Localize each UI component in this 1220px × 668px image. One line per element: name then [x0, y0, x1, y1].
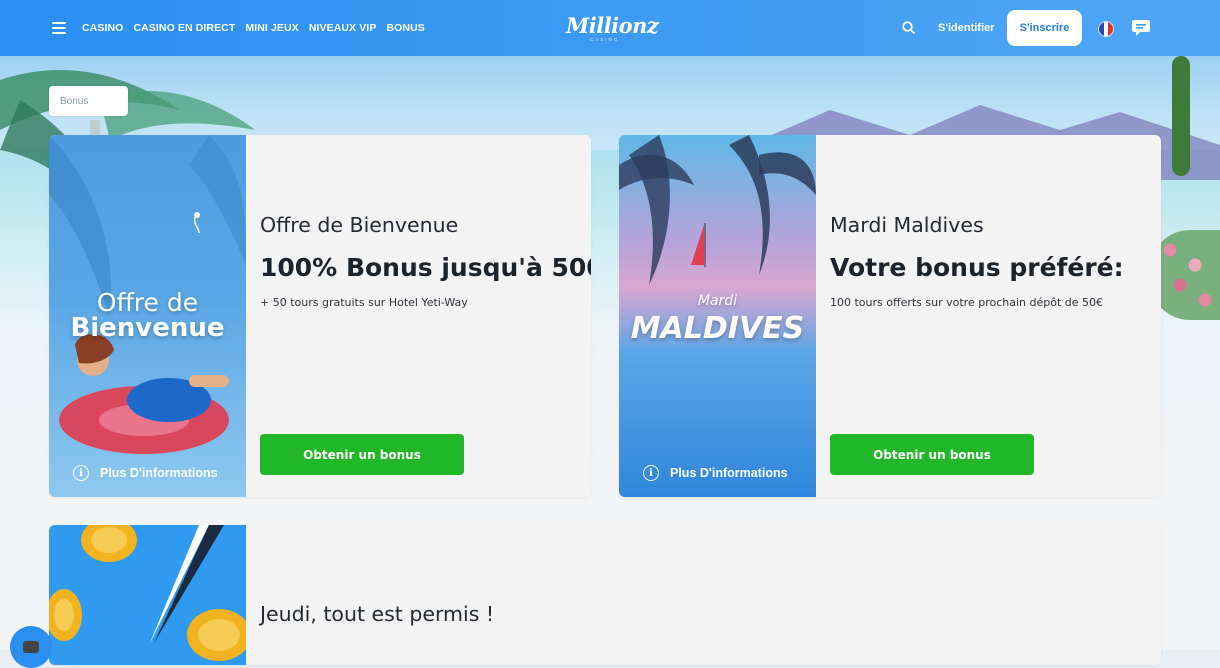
thursday-bonus-content: Jeudi, tout est permis !: [246, 525, 1161, 665]
card-headline: 100% Bonus jusqu'à 500€: [260, 253, 591, 282]
cypress-tree-illustration: [1172, 56, 1190, 176]
nav-mini-games[interactable]: MINI JEUX: [245, 22, 298, 34]
coins-illustration: [49, 525, 246, 661]
site-logo[interactable]: Millionz: [566, 13, 659, 38]
get-bonus-button[interactable]: Obtenir un bonus: [260, 434, 464, 475]
bonus-card-welcome: Offre de Bienvenue i Plus D'informations…: [49, 135, 591, 497]
main-nav: CASINO CASINO EN DIRECT MINI JEUX NIVEAU…: [82, 22, 425, 34]
search-icon[interactable]: [902, 21, 915, 34]
more-info-link[interactable]: i Plus D'informations: [73, 465, 218, 481]
more-info-link[interactable]: i Plus D'informations: [643, 465, 788, 481]
more-info-label: Plus D'informations: [670, 466, 788, 480]
card-description: 100 tours offerts sur votre prochain dép…: [830, 296, 1104, 309]
welcome-bonus-content: Offre de Bienvenue 100% Bonus jusqu'à 50…: [246, 135, 591, 497]
maldives-image-title-top: Mardi: [697, 293, 738, 309]
site-logo-sub: CASINO: [590, 37, 620, 42]
thursday-bonus-image[interactable]: [49, 525, 246, 665]
welcome-image-title-bottom: Bienvenue: [70, 313, 225, 343]
maldives-bonus-content: Mardi Maldives Votre bonus préféré: 100 …: [816, 135, 1161, 497]
nav-vip-levels[interactable]: NIVEAUX VIP: [309, 22, 377, 34]
card-description: + 50 tours gratuits sur Hotel Yeti-Way: [260, 296, 468, 309]
info-icon: i: [73, 465, 89, 481]
hamburger-menu-icon[interactable]: [52, 22, 66, 34]
card-kicker: Offre de Bienvenue: [260, 213, 459, 237]
chat-icon[interactable]: [1131, 19, 1151, 37]
more-info-label: Plus D'informations: [100, 466, 218, 480]
login-link[interactable]: S'identifier: [938, 22, 994, 34]
flag-fr-icon[interactable]: [1098, 21, 1114, 37]
live-chat-button[interactable]: [10, 626, 52, 668]
nav-casino-live[interactable]: CASINO EN DIRECT: [133, 22, 235, 34]
info-icon: i: [643, 465, 659, 481]
card-kicker: Jeudi, tout est permis !: [260, 602, 495, 626]
card-headline: Votre bonus préféré:: [830, 253, 1124, 282]
signup-button[interactable]: S'inscrire: [1007, 10, 1082, 46]
maldives-image-title-bottom: MALDIVES: [630, 311, 805, 346]
get-bonus-button[interactable]: Obtenir un bonus: [830, 434, 1034, 475]
bonus-card-thursday: Jeudi, tout est permis !: [49, 525, 1161, 665]
nav-casino[interactable]: CASINO: [82, 22, 123, 34]
nav-bonus[interactable]: BONUS: [386, 22, 424, 34]
bonus-card-maldives: Mardi MALDIVES i Plus D'informations Mar…: [619, 135, 1161, 497]
breadcrumb[interactable]: Bonus: [49, 86, 128, 116]
card-kicker: Mardi Maldives: [830, 213, 984, 237]
maldives-bonus-image[interactable]: Mardi MALDIVES i Plus D'informations: [619, 135, 816, 497]
welcome-bonus-image[interactable]: Offre de Bienvenue i Plus D'informations: [49, 135, 246, 497]
top-header: CASINO CASINO EN DIRECT MINI JEUX NIVEAU…: [0, 0, 1220, 56]
